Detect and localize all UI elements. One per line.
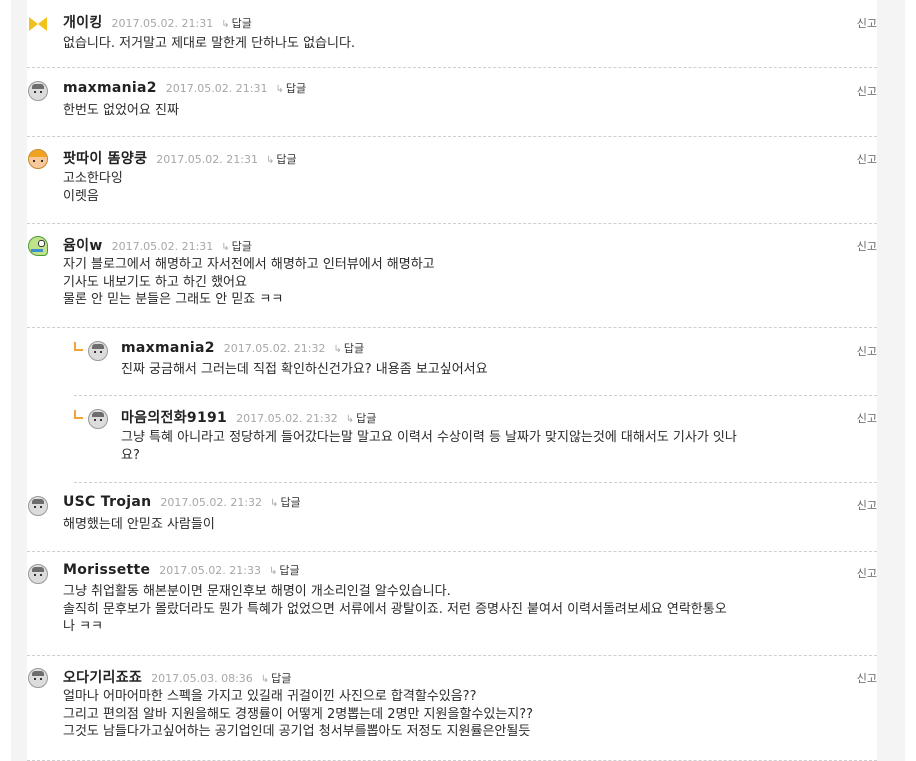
comment-list: 개이킹 2017.05.02. 21:31 ↳ 답글 신고 없습니다. 저거말고 … <box>27 0 877 761</box>
reply-label: 답글 <box>356 412 377 425</box>
reply-button[interactable]: ↳ 답글 <box>333 340 364 356</box>
comment-date: 2017.05.03. 08:36 <box>151 672 253 685</box>
comment-item: 윰이w 2017.05.02. 21:31 ↳ 답글 신고 자기 블로그에서 해명… <box>27 224 877 328</box>
report-button[interactable]: 신고 <box>857 410 877 426</box>
face-avatar-icon[interactable] <box>88 341 108 361</box>
comment-nickname[interactable]: USC Trojan <box>63 494 151 510</box>
report-button[interactable]: 신고 <box>857 497 877 513</box>
report-button[interactable]: 신고 <box>857 343 877 359</box>
comment-date: 2017.05.02. 21:31 <box>111 17 214 30</box>
comment-text: 진짜 궁금해서 그러는데 직접 확인하신건가요? 내용좀 보고싶어서요 <box>121 362 488 377</box>
comment-nickname[interactable]: 팟따이 똠양쿵 <box>63 148 147 168</box>
reply-arrow-icon: ↳ <box>275 84 284 95</box>
comment-date: 2017.05.02. 21:31 <box>111 240 214 253</box>
reply-button[interactable]: ↳ 답글 <box>270 494 301 510</box>
report-button[interactable]: 신고 <box>857 238 877 254</box>
reply-label: 답글 <box>343 342 365 355</box>
reply-comment-item: 마음의전화9191 2017.05.02. 21:32 ↳ 답글 신고 그냥 특혜… <box>74 396 877 483</box>
report-button[interactable]: 신고 <box>857 565 877 581</box>
reply-arrow-icon: ↳ <box>268 566 278 577</box>
comment-text: 그냥 특혜 아니라고 정당하게 들어갔다는말 말고요 이력서 수상이력 등 날짜… <box>121 430 737 463</box>
dino-avatar-icon[interactable] <box>28 236 48 256</box>
comment-date: 2017.05.02. 21:31 <box>156 153 258 166</box>
reply-label: 답글 <box>231 240 252 253</box>
comment-date: 2017.05.02. 21:31 <box>165 82 268 95</box>
comment-nickname[interactable]: 오다기리죠죠 <box>63 667 142 687</box>
comment-nickname[interactable]: 마음의전화9191 <box>121 407 227 427</box>
reply-arrow-icon: ↳ <box>221 242 230 253</box>
comment-item: Morissette 2017.05.02. 21:33 ↳ 답글 신고 그냥 취… <box>27 552 877 656</box>
face-avatar-icon[interactable] <box>88 409 108 429</box>
reply-button[interactable]: ↳ 답글 <box>275 80 306 96</box>
reply-arrow-icon: ↳ <box>265 155 275 166</box>
face-avatar-icon[interactable] <box>28 496 48 516</box>
reply-label: 답글 <box>285 82 307 95</box>
reply-arrow-icon: ↳ <box>345 414 355 425</box>
comment-item: USC Trojan 2017.05.02. 21:32 ↳ 답글 신고 해명했는… <box>27 483 877 552</box>
face-avatar-icon[interactable] <box>28 564 48 584</box>
report-button[interactable]: 신고 <box>857 670 877 686</box>
reply-button[interactable]: ↳ 답글 <box>346 410 377 426</box>
report-button[interactable]: 신고 <box>857 83 877 99</box>
reply-button[interactable]: ↳ 답글 <box>221 238 252 254</box>
reply-button[interactable]: ↳ 답글 <box>261 670 292 686</box>
reply-marker-icon <box>74 342 83 351</box>
comment-nickname[interactable]: Morissette <box>63 562 150 578</box>
reply-arrow-icon: ↳ <box>333 344 342 355</box>
comment-text: 해명했는데 안믿죠 사람들이 <box>63 517 215 532</box>
comment-nickname[interactable]: 윰이w <box>63 235 103 255</box>
reply-arrow-icon: ↳ <box>270 498 279 509</box>
reply-arrow-icon: ↳ <box>260 674 270 685</box>
comment-date: 2017.05.02. 21:32 <box>160 496 263 509</box>
comment-date: 2017.05.02. 21:33 <box>159 564 261 577</box>
reply-label: 답글 <box>271 672 292 685</box>
reply-label: 답글 <box>276 153 297 166</box>
reply-button[interactable]: ↳ 답글 <box>266 151 297 167</box>
reply-button[interactable]: ↳ 답글 <box>221 15 252 31</box>
comment-text: 자기 블로그에서 해명하고 자서전에서 해명하고 인터뷰에서 해명하고 기사도 … <box>63 257 435 307</box>
face-avatar-icon[interactable] <box>28 668 48 688</box>
comment-nickname[interactable]: 개이킹 <box>63 12 103 32</box>
reply-button[interactable]: ↳ 답글 <box>269 562 300 578</box>
reply-label: 답글 <box>280 496 301 509</box>
comment-text: 그냥 취업활동 해본분이면 문재인후보 해명이 개소리인걸 알수있습니다. 솔직… <box>63 584 727 634</box>
face-avatar-icon[interactable] <box>28 81 48 101</box>
comment-text: 얼마나 어마어마한 스펙을 가지고 있길래 귀걸이낀 사진으로 합격할수있음??… <box>63 689 534 739</box>
report-button[interactable]: 신고 <box>857 151 877 167</box>
comment-nickname[interactable]: maxmania2 <box>121 340 215 356</box>
comment-item: 개이킹 2017.05.02. 21:31 ↳ 답글 신고 없습니다. 저거말고 … <box>27 0 877 68</box>
reply-label: 답글 <box>279 564 300 577</box>
reply-label: 답글 <box>231 17 252 30</box>
comment-date: 2017.05.02. 21:32 <box>223 342 326 355</box>
comment-item: 오다기리죠죠 2017.05.03. 08:36 ↳ 답글 신고 얼마나 어마어마… <box>27 656 877 761</box>
comment-text: 고소한다잉 이렛음 <box>63 171 123 204</box>
comment-date: 2017.05.02. 21:32 <box>236 412 338 425</box>
comment-item: maxmania2 2017.05.02. 21:31 ↳ 답글 신고 한번도 없… <box>27 68 877 137</box>
report-button[interactable]: 신고 <box>857 15 877 31</box>
reply-marker-icon <box>74 410 83 419</box>
bow-avatar-icon[interactable] <box>28 14 48 34</box>
comment-text: 한번도 없었어요 진짜 <box>63 103 179 118</box>
reply-comment-item: maxmania2 2017.05.02. 21:32 ↳ 답글 신고 진짜 궁금… <box>74 328 877 396</box>
comment-text: 없습니다. 저거말고 제대로 말한게 단하나도 없습니다. <box>63 36 356 51</box>
girl-avatar-icon[interactable] <box>28 149 48 169</box>
comment-item: 팟따이 똠양쿵 2017.05.02. 21:31 ↳ 답글 신고 고소한다잉 이… <box>27 137 877 224</box>
reply-arrow-icon: ↳ <box>221 19 230 30</box>
comment-nickname[interactable]: maxmania2 <box>63 80 157 96</box>
